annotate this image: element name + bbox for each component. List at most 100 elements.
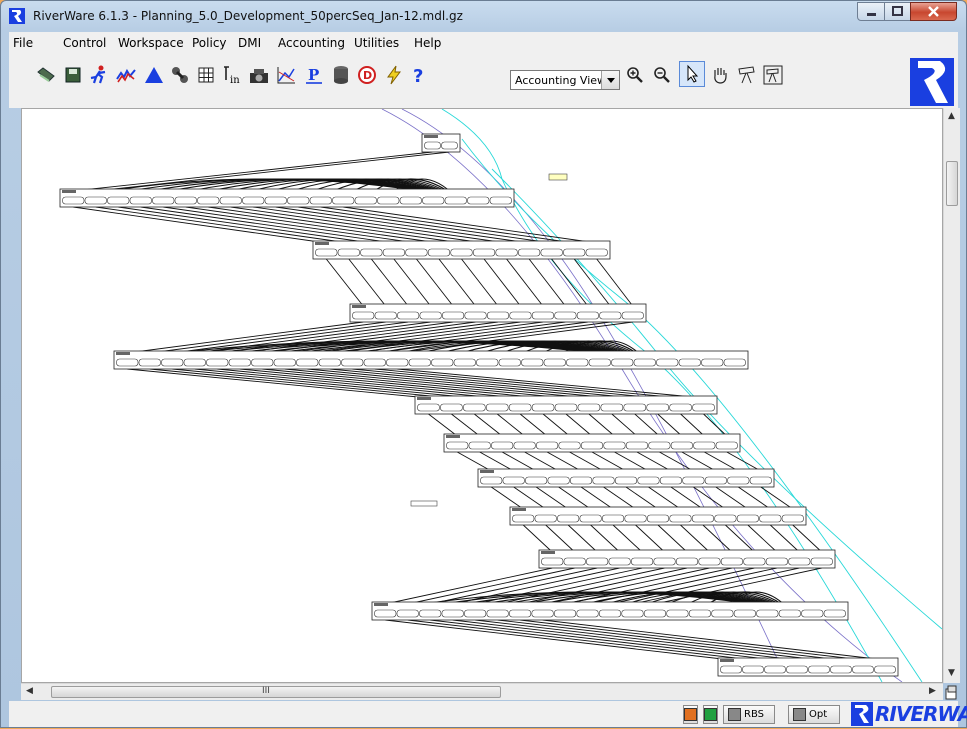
maximize-button[interactable]	[884, 2, 911, 21]
account-slot[interactable]	[464, 311, 487, 320]
account-slot[interactable]	[332, 196, 355, 205]
account-slot[interactable]	[765, 557, 788, 566]
account-slot[interactable]	[315, 248, 338, 257]
pan-tool-button[interactable]	[709, 64, 731, 86]
account-slot[interactable]	[720, 665, 742, 674]
menu-utilities[interactable]: Utilities	[354, 36, 399, 50]
account-slot[interactable]	[715, 441, 738, 450]
database-button[interactable]	[330, 64, 352, 86]
object-group[interactable]	[371, 601, 849, 621]
account-slot[interactable]	[625, 441, 648, 450]
account-slot[interactable]	[138, 358, 161, 367]
account-slot[interactable]	[563, 248, 586, 257]
plot-button[interactable]	[275, 64, 297, 86]
account-slot[interactable]	[419, 609, 442, 618]
account-slot[interactable]	[273, 358, 296, 367]
account-slot[interactable]	[701, 358, 724, 367]
account-slot[interactable]	[508, 403, 532, 412]
account-slot[interactable]	[116, 358, 139, 367]
account-slot[interactable]	[541, 557, 564, 566]
menu-file[interactable]: File	[13, 36, 33, 50]
close-button[interactable]	[910, 2, 957, 21]
account-slot[interactable]	[637, 476, 660, 485]
account-slot[interactable]	[489, 196, 512, 205]
object-group[interactable]	[477, 468, 775, 488]
account-slot[interactable]	[554, 609, 577, 618]
account-slot[interactable]	[444, 196, 467, 205]
account-slot[interactable]	[453, 358, 476, 367]
object-group[interactable]	[538, 549, 836, 569]
scroll-right-icon[interactable]: ▶	[929, 686, 936, 696]
account-slot[interactable]	[830, 665, 852, 674]
object-group[interactable]	[312, 240, 611, 260]
triangle-button[interactable]	[143, 64, 165, 86]
lightning-button[interactable]	[383, 64, 405, 86]
dmi-button[interactable]: D	[356, 64, 378, 86]
account-slot[interactable]	[382, 248, 405, 257]
account-slot[interactable]	[427, 248, 451, 257]
account-slot[interactable]	[450, 248, 473, 257]
account-slot[interactable]	[756, 609, 779, 618]
account-slot[interactable]	[788, 557, 811, 566]
account-slot[interactable]	[669, 403, 692, 412]
account-slot[interactable]	[264, 196, 287, 205]
account-slot[interactable]	[62, 196, 85, 205]
account-slot[interactable]	[491, 441, 514, 450]
account-slot[interactable]	[442, 311, 465, 320]
object-group[interactable]	[421, 133, 461, 153]
account-slot[interactable]	[405, 248, 428, 257]
account-slot[interactable]	[633, 358, 656, 367]
account-slot[interactable]	[152, 196, 175, 205]
object-group[interactable]	[59, 188, 515, 208]
account-slot[interactable]	[441, 609, 464, 618]
account-slot[interactable]	[287, 196, 310, 205]
account-slot[interactable]	[764, 665, 786, 674]
account-slot[interactable]	[852, 665, 874, 674]
menu-control[interactable]: Control	[63, 36, 106, 50]
page-corner-icon[interactable]	[944, 684, 958, 700]
account-slot[interactable]	[485, 403, 509, 412]
account-slot[interactable]	[219, 196, 242, 205]
account-slot[interactable]	[84, 196, 107, 205]
account-slot[interactable]	[554, 311, 577, 320]
vertical-scrollbar[interactable]: ▲ ▼	[943, 108, 960, 683]
telescope-frame-button[interactable]	[762, 64, 784, 86]
account-slot[interactable]	[441, 141, 458, 150]
horizontal-scrollbar[interactable]: ◀ III ▶	[21, 683, 943, 700]
view-mode-select[interactable]: Accounting View	[510, 70, 620, 90]
account-slot[interactable]	[743, 557, 766, 566]
menu-accounting[interactable]: Accounting	[278, 36, 345, 50]
telescope-button[interactable]	[736, 64, 758, 86]
account-slot[interactable]	[611, 358, 634, 367]
account-slot[interactable]	[363, 358, 386, 367]
account-slot[interactable]	[540, 248, 563, 257]
account-slot[interactable]	[579, 514, 602, 523]
account-slot[interactable]	[183, 358, 206, 367]
account-slot[interactable]	[495, 248, 518, 257]
account-slot[interactable]	[810, 557, 833, 566]
account-slot[interactable]	[486, 609, 509, 618]
account-slot[interactable]	[759, 514, 782, 523]
account-slot[interactable]	[602, 514, 625, 523]
account-slot[interactable]	[377, 196, 400, 205]
account-slot[interactable]	[600, 403, 624, 412]
account-slot[interactable]	[386, 358, 409, 367]
object-group[interactable]	[349, 303, 647, 323]
policy-button[interactable]: P	[303, 64, 325, 86]
account-slot[interactable]	[251, 358, 274, 367]
account-slot[interactable]	[598, 609, 622, 618]
account-slot[interactable]	[666, 609, 689, 618]
account-slot[interactable]	[621, 609, 644, 618]
link-button[interactable]	[169, 64, 191, 86]
account-slot[interactable]	[646, 403, 669, 412]
menu-help[interactable]: Help	[414, 36, 441, 50]
account-slot[interactable]	[408, 358, 431, 367]
account-slot[interactable]	[749, 476, 772, 485]
account-slot[interactable]	[576, 609, 599, 618]
account-slot[interactable]	[659, 476, 682, 485]
account-slot[interactable]	[525, 476, 548, 485]
account-slot[interactable]	[714, 514, 737, 523]
menu-policy[interactable]: Policy	[192, 36, 227, 50]
object-group[interactable]	[414, 395, 718, 415]
account-slot[interactable]	[431, 358, 454, 367]
